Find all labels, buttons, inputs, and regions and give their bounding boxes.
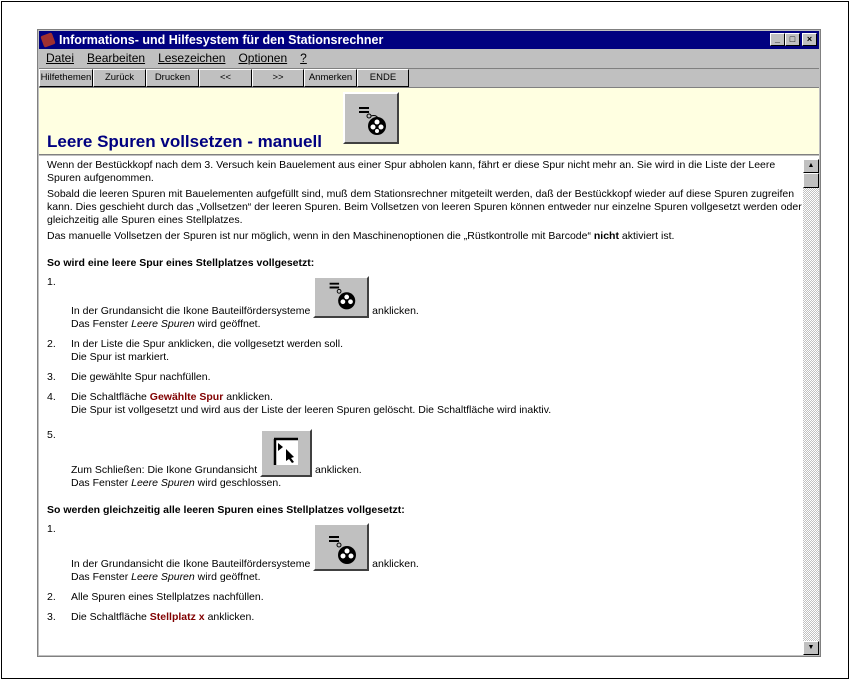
- menu-help[interactable]: ?: [293, 50, 313, 67]
- next-button[interactable]: >>: [252, 69, 304, 87]
- intro-paragraph: Sobald die leeren Spuren mit Bauelemente…: [47, 188, 802, 226]
- intro-paragraph: Wenn der Bestückkopf nach dem 3. Versuch…: [47, 159, 776, 184]
- vertical-scrollbar[interactable]: ▲ ▼: [803, 159, 819, 655]
- menu-bearbeiten[interactable]: Bearbeiten: [80, 50, 151, 67]
- step: 3. Die Schaltfläche Stellplatz x anklicke…: [47, 611, 255, 623]
- window-title: Informations- und Hilfesystem für den St…: [59, 33, 384, 47]
- section-heading: So werden gleichzeitig alle leeren Spure…: [47, 504, 405, 516]
- toolbar: Hilfethemen Zurück Drucken << >> Anmerke…: [39, 68, 819, 87]
- zurueck-button[interactable]: Zurück: [93, 69, 146, 87]
- menu-lesezeichen[interactable]: Lesezeichen: [151, 50, 231, 67]
- home-view-icon[interactable]: [260, 429, 313, 477]
- scroll-down-button[interactable]: ▼: [803, 641, 819, 655]
- minimize-button[interactable]: _: [770, 33, 785, 46]
- step: 2. In der Liste die Spur anklicken, die v…: [47, 338, 343, 363]
- step: 4. Die Schaltfläche Gewählte Spur anklick…: [47, 391, 552, 416]
- section-heading: So wird eine leere Spur eines Stellplatz…: [47, 257, 315, 269]
- step: 5. Zum Schließen: Die Ikone Grundansicht…: [47, 429, 362, 489]
- intro-paragraph: Das manuelle Vollsetzen der Spuren ist n…: [47, 230, 675, 242]
- hilfethemen-button[interactable]: Hilfethemen: [39, 69, 93, 87]
- maximize-button[interactable]: □: [785, 33, 800, 46]
- menu-datei[interactable]: Datei: [39, 50, 80, 67]
- feeder-system-icon: [343, 92, 399, 144]
- anmerken-button[interactable]: Anmerken: [304, 69, 357, 87]
- step: 1. In der Grundansicht die Ikone Bauteil…: [47, 523, 419, 583]
- page-title: Leere Spuren vollsetzen - manuell: [47, 132, 322, 151]
- step: 3. Die gewählte Spur nachfüllen.: [47, 371, 211, 383]
- gewaehlte-spur-link[interactable]: Gewählte Spur: [150, 391, 224, 403]
- help-window: Informations- und Hilfesystem für den St…: [37, 29, 821, 657]
- close-button[interactable]: ×: [802, 33, 817, 46]
- step: 1. In der Grundansicht die Ikone Bauteil…: [47, 276, 419, 330]
- scroll-thumb[interactable]: [803, 173, 819, 188]
- topic-content: Wenn der Bestückkopf nach dem 3. Versuch…: [39, 156, 819, 655]
- help-book-icon: [40, 32, 56, 48]
- feeder-system-icon[interactable]: [313, 523, 370, 571]
- menu-bar: Datei Bearbeiten Lesezeichen Optionen ?: [39, 50, 819, 67]
- topic-header: Leere Spuren vollsetzen - manuell: [39, 87, 819, 155]
- drucken-button[interactable]: Drucken: [146, 69, 199, 87]
- ende-button[interactable]: ENDE: [357, 69, 409, 87]
- title-bar: Informations- und Hilfesystem für den St…: [39, 31, 819, 49]
- menu-optionen[interactable]: Optionen: [231, 50, 293, 67]
- step: 2. Alle Spuren eines Stellplatzes nachfül…: [47, 591, 264, 603]
- previous-button[interactable]: <<: [199, 69, 252, 87]
- stellplatz-link[interactable]: Stellplatz x: [150, 611, 205, 623]
- feeder-system-icon[interactable]: [313, 276, 370, 318]
- scroll-up-button[interactable]: ▲: [803, 159, 819, 173]
